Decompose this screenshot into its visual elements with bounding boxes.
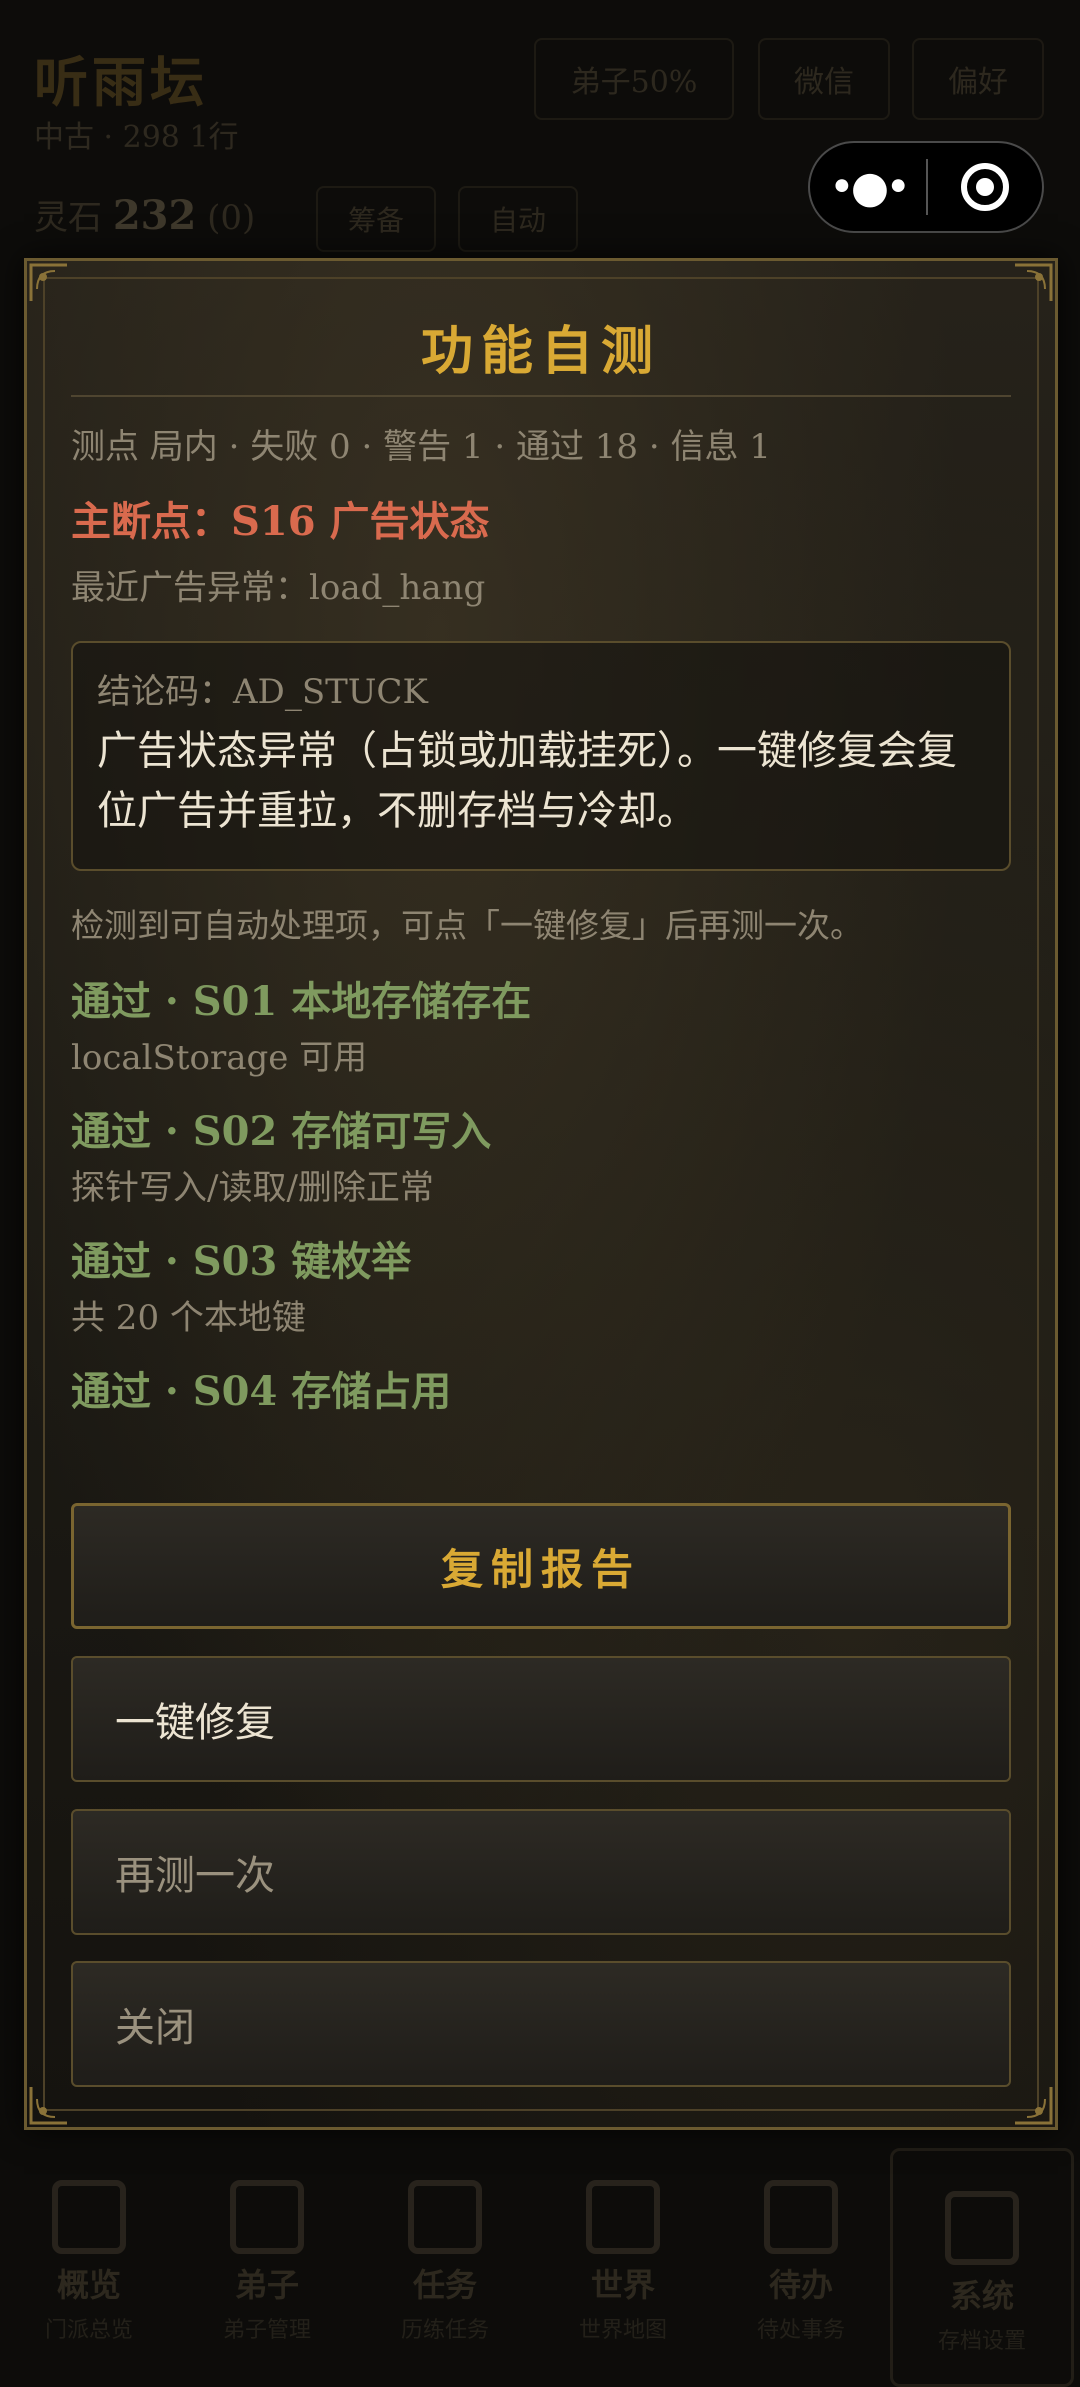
nav-item-tasks: 任务 历练任务 (356, 2140, 534, 2387)
nav-label: 世界 (590, 2266, 655, 2304)
nav-sub: 弟子管理 (222, 2318, 311, 2343)
test-summary: 测点 局内 · 失败 0 · 警告 1 · 通过 18 · 信息 1 (71, 427, 771, 467)
check-item: 通过 · S03 键枚举 共 20 个本地键 (71, 1233, 1011, 1343)
chest-icon (945, 2191, 1019, 2265)
dialog-title: 功能自测 (420, 321, 661, 382)
nav-item-world: 世界 世界地图 (534, 2140, 712, 2387)
conclusion-text: 广告状态异常（占锁或加载挂死）。一键修复会复位广告并重拉，不删存档与冷却。 (97, 728, 957, 834)
chip-prepare: 筹备 (316, 186, 436, 252)
stat-label: 灵石 (34, 198, 102, 238)
peaks-icon (586, 2180, 660, 2254)
more-dots-icon[interactable]: •●• (810, 143, 926, 231)
copy-report-button[interactable]: 复制报告 (71, 1503, 1011, 1629)
check-item: 通过 · S04 存储占用 (71, 1363, 1011, 1421)
title-divider (71, 395, 1011, 397)
nav-label: 概览 (56, 2266, 121, 2304)
house-icon (52, 2180, 126, 2254)
nav-label: 待办 (768, 2266, 833, 2304)
nav-item-todo: 待办 待处事务 (712, 2140, 890, 2387)
bottom-nav: 概览 门派总览 弟子 弟子管理 任务 历练任务 世界 世界地图 待办 待处事务 … (0, 2140, 1080, 2387)
conclusion-code: 结论码：AD_STUCK (97, 672, 428, 712)
check-desc: 探针写入/读取/删除正常 (71, 1168, 434, 1208)
check-title: 通过 · S02 存储可写入 (71, 1108, 492, 1155)
nav-item-system: 系统 存档设置 (890, 2148, 1074, 2387)
check-item: 通过 · S02 存储可写入 探针写入/读取/删除正常 (71, 1103, 1011, 1213)
nav-label: 任务 (412, 2266, 477, 2304)
chip-auto: 自动 (458, 186, 578, 252)
auto-fix-hint: 检测到可自动处理项，可点「一键修复」后再测一次。 (71, 906, 863, 945)
check-item: 通过 · S01 本地存储存在 localStorage 可用 (71, 973, 1011, 1083)
recent-ad-error: 最近广告异常：load_hang (71, 568, 486, 608)
stat-value: 232 (112, 192, 197, 239)
nav-sub: 存档设置 (937, 2329, 1026, 2354)
nav-label: 弟子 (234, 2266, 299, 2304)
self-test-dialog: 功能自测 测点 局内 · 失败 0 · 警告 1 · 通过 18 · 信息 1 … (24, 258, 1058, 2130)
nav-label: 系统 (949, 2277, 1014, 2315)
conclusion-box: 结论码：AD_STUCK 广告状态异常（占锁或加载挂死）。一键修复会复位广告并重… (71, 641, 1011, 871)
mountain-icon (230, 2180, 304, 2254)
target-circle-icon[interactable] (928, 143, 1042, 231)
scroll-icon (408, 2180, 482, 2254)
bars-icon (764, 2180, 838, 2254)
nav-sub: 历练任务 (400, 2318, 489, 2343)
nav-sub: 门派总览 (44, 2318, 133, 2343)
nav-item-disciples: 弟子 弟子管理 (178, 2140, 356, 2387)
pill-disciples: 弟子50% (534, 38, 734, 120)
pill-wechat: 微信 (758, 38, 890, 120)
nav-item-overview: 概览 门派总览 (0, 2140, 178, 2387)
app-subtitle: 中古 · 298 1行 (34, 120, 239, 155)
check-title: 通过 · S04 存储占用 (71, 1368, 452, 1415)
nav-sub: 世界地图 (578, 2318, 667, 2343)
stat-extra: (0) (207, 198, 256, 238)
check-title: 通过 · S01 本地存储存在 (71, 978, 532, 1025)
app-title: 听雨坛 (34, 50, 208, 114)
stat-readout: 灵石 232 (0) (34, 190, 255, 239)
close-button[interactable]: 关闭 (71, 1961, 1011, 2087)
retest-button[interactable]: 再测一次 (71, 1809, 1011, 1935)
one-click-fix-button[interactable]: 一键修复 (71, 1656, 1011, 1782)
check-title: 通过 · S03 键枚举 (71, 1238, 412, 1285)
main-breakpoint: 主断点：S16 广告状态 (71, 498, 490, 545)
check-desc: localStorage 可用 (71, 1038, 368, 1078)
pill-preference: 偏好 (912, 38, 1044, 120)
miniprogram-capsule: •●• (808, 141, 1044, 233)
check-desc: 共 20 个本地键 (71, 1298, 306, 1338)
nav-sub: 待处事务 (756, 2318, 845, 2343)
dialog-content: 测点 局内 · 失败 0 · 警告 1 · 通过 18 · 信息 1 主断点：S… (71, 419, 1011, 1421)
